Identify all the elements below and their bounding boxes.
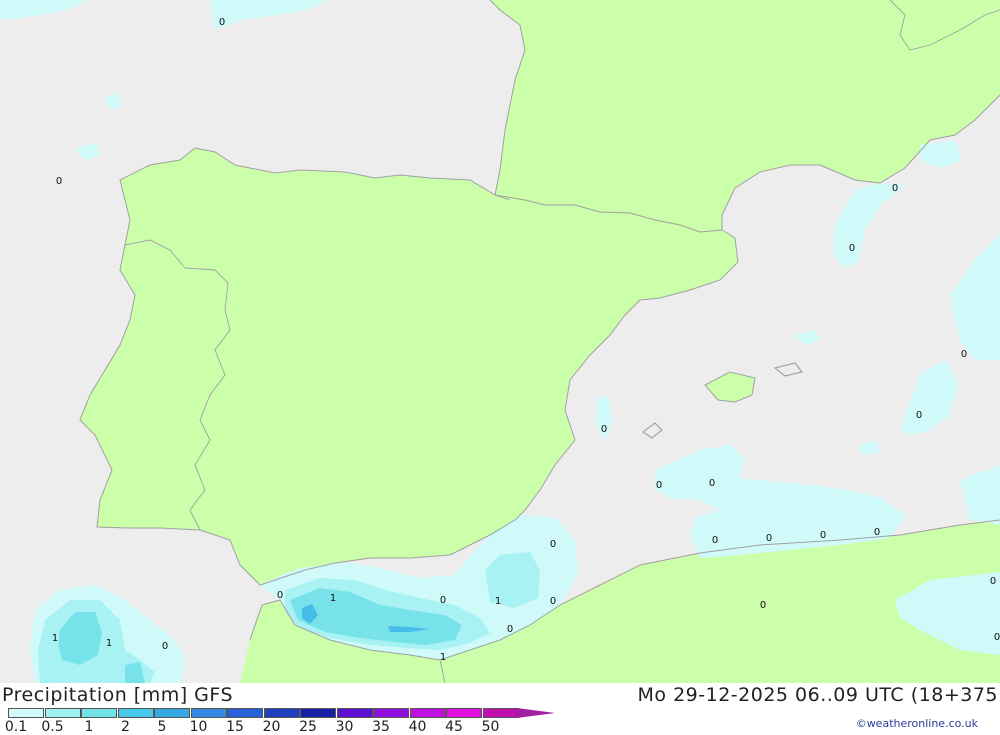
contour-label: 0 xyxy=(712,535,718,546)
contour-label: 0 xyxy=(874,527,880,538)
credit-link[interactable]: ©weatheronline.co.uk xyxy=(856,717,978,730)
map-footer: Precipitation [mm] GFS Mo 29-12-2025 06.… xyxy=(0,683,1000,735)
valid-time: Mo 29-12-2025 06..09 UTC (18+375 xyxy=(637,684,998,706)
legend-arrow-icon xyxy=(517,708,555,718)
contour-label: 0 xyxy=(961,349,967,360)
legend-swatch xyxy=(300,708,336,718)
legend-swatch xyxy=(263,708,300,718)
contour-label: 0 xyxy=(56,176,62,187)
contour-label: 1 xyxy=(52,633,58,644)
contour-label: 0 xyxy=(219,17,225,28)
contour-label: 0 xyxy=(760,600,766,611)
contour-label: 0 xyxy=(820,530,826,541)
contour-label: 0 xyxy=(994,632,1000,643)
contour-label: 0 xyxy=(766,533,772,544)
legend-swatch xyxy=(227,708,263,718)
contour-label: 0 xyxy=(849,243,855,254)
legend-swatch xyxy=(8,708,44,718)
contour-label: 0 xyxy=(440,595,446,606)
contour-label: 0 xyxy=(507,624,513,635)
contour-label: 0 xyxy=(550,539,556,550)
contour-label: 0 xyxy=(550,596,556,607)
legend-swatch xyxy=(190,708,227,718)
contour-label: 0 xyxy=(709,478,715,489)
legend-swatch xyxy=(117,708,154,718)
legend-swatch xyxy=(336,708,373,718)
contour-label: 1 xyxy=(440,652,446,663)
legend-swatch xyxy=(482,708,519,718)
contour-label: 1 xyxy=(330,593,336,604)
contour-label: 0 xyxy=(277,590,283,601)
legend-swatch xyxy=(373,708,409,718)
precipitation-map: 0 0 0 0 0 0 0 0 0 0 0 0 0 0 0 0 0 0 0 0 0 1 1 1 1 1 0 xyxy=(0,0,1000,683)
contour-label: 1 xyxy=(106,638,112,649)
map-title: Precipitation [mm] GFS xyxy=(2,684,234,706)
contour-label: 0 xyxy=(892,183,898,194)
contour-label: 0 xyxy=(601,424,607,435)
legend-swatch xyxy=(409,708,446,718)
legend-swatch xyxy=(81,708,117,718)
contour-label: 0 xyxy=(916,410,922,421)
contour-label: 0 xyxy=(162,641,168,652)
contour-label: 1 xyxy=(495,596,501,607)
contour-label: 0 xyxy=(990,576,996,587)
legend-swatch xyxy=(44,708,81,718)
contour-label: 0 xyxy=(656,480,662,491)
legend-swatch xyxy=(446,708,482,718)
legend-swatch xyxy=(154,708,190,718)
